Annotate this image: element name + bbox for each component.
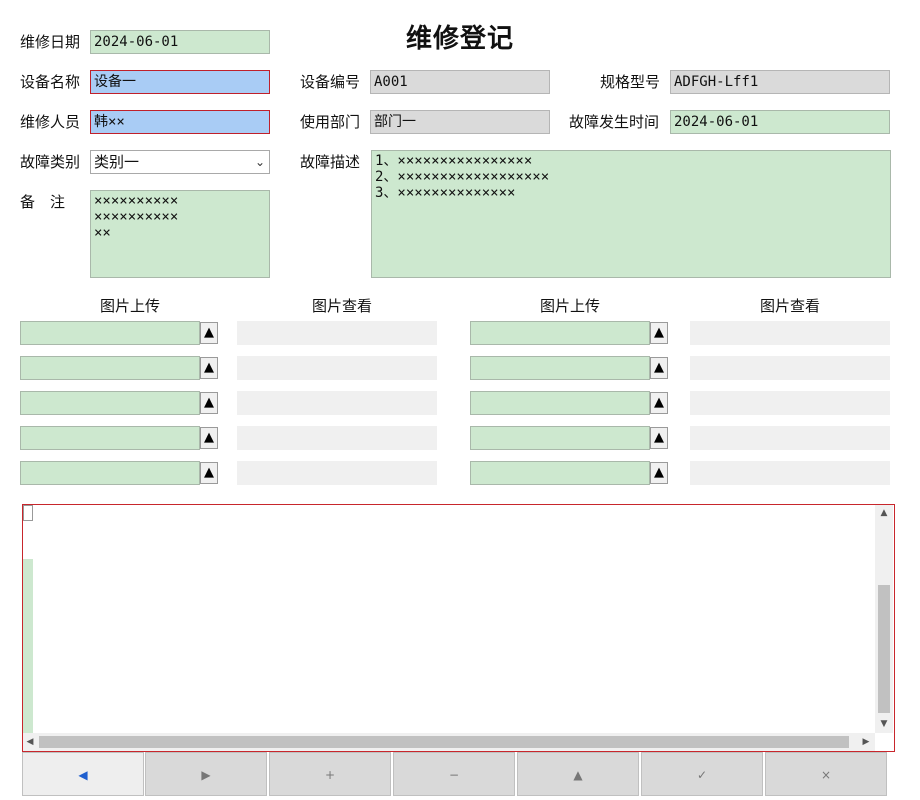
scroll-down-icon[interactable]: ▼ — [875, 716, 893, 732]
image-view-box[interactable] — [690, 356, 890, 380]
device-code-field[interactable]: A001 — [370, 70, 550, 94]
scroll-right-icon[interactable]: ▶ — [859, 733, 873, 751]
device-code-label: 设备编号 — [300, 73, 361, 91]
repairer-field[interactable]: 韩×× — [90, 110, 270, 134]
upload-arrow-icon[interactable]: ▲ — [650, 357, 668, 379]
image-upload-field[interactable] — [470, 391, 650, 415]
image-view-box[interactable] — [237, 426, 437, 450]
cancel-record-button[interactable]: × — [765, 752, 887, 796]
image-view-heading-right: 图片查看 — [759, 297, 820, 315]
page-title: 维修登记 — [405, 24, 514, 54]
department-field[interactable]: 部门一 — [370, 110, 550, 134]
repair-date-label: 维修日期 — [20, 33, 81, 51]
image-upload-field[interactable] — [470, 461, 650, 485]
image-upload-field[interactable] — [470, 426, 650, 450]
upload-arrow-icon[interactable]: ▲ — [650, 322, 668, 344]
edit-record-button[interactable]: ▲ — [517, 752, 639, 796]
vertical-scroll-thumb[interactable] — [878, 585, 890, 713]
image-upload-field[interactable] — [20, 391, 200, 415]
image-view-box[interactable] — [690, 426, 890, 450]
fault-type-label: 故障类别 — [20, 153, 81, 171]
horizontal-scrollbar[interactable]: ◀ ▶ — [23, 733, 875, 751]
grid-row-indicator — [23, 559, 33, 733]
records-grid[interactable]: ▲ ▼ ◀ ▶ — [22, 504, 895, 752]
image-upload-field[interactable] — [470, 356, 650, 380]
prev-record-button[interactable]: ◀ — [22, 752, 144, 796]
spec-model-label: 规格型号 — [600, 73, 661, 91]
image-view-box[interactable] — [690, 461, 890, 485]
department-label: 使用部门 — [300, 113, 361, 131]
scroll-up-icon[interactable]: ▲ — [875, 505, 893, 521]
upload-arrow-icon[interactable]: ▲ — [200, 322, 218, 344]
image-view-box[interactable] — [237, 321, 437, 345]
image-view-box[interactable] — [237, 391, 437, 415]
image-view-heading-left: 图片查看 — [311, 297, 372, 315]
scroll-left-icon[interactable]: ◀ — [23, 733, 37, 751]
record-navigator: ◀ ▶ + − ▲ ✓ × — [22, 752, 887, 798]
fault-time-label: 故障发生时间 — [569, 113, 660, 131]
fault-type-value: 类别一 — [94, 153, 140, 171]
image-view-box[interactable] — [690, 321, 890, 345]
grid-corner-cell[interactable] — [23, 505, 33, 521]
save-record-button[interactable]: ✓ — [641, 752, 763, 796]
device-name-label: 设备名称 — [20, 73, 81, 91]
image-view-box[interactable] — [237, 461, 437, 485]
chevron-down-icon[interactable]: ⌄ — [255, 151, 265, 173]
device-name-field[interactable]: 设备一 — [90, 70, 270, 94]
remark-textarea[interactable]: ×××××××××× ×××××××××× ×× — [90, 190, 270, 278]
upload-arrow-icon[interactable]: ▲ — [650, 462, 668, 484]
image-view-box[interactable] — [690, 391, 890, 415]
image-upload-field[interactable] — [20, 426, 200, 450]
upload-arrow-icon[interactable]: ▲ — [200, 392, 218, 414]
vertical-scrollbar[interactable]: ▲ ▼ — [875, 505, 893, 733]
next-record-button[interactable]: ▶ — [145, 752, 267, 796]
fault-type-select[interactable]: 类别一 ⌄ — [90, 150, 270, 174]
repairer-label: 维修人员 — [20, 113, 81, 131]
image-upload-field[interactable] — [20, 356, 200, 380]
fault-time-field[interactable]: 2024-06-01 — [670, 110, 890, 134]
image-upload-field[interactable] — [20, 321, 200, 345]
add-record-button[interactable]: + — [269, 752, 391, 796]
upload-arrow-icon[interactable]: ▲ — [650, 427, 668, 449]
image-upload-field[interactable] — [470, 321, 650, 345]
image-view-box[interactable] — [237, 356, 437, 380]
image-upload-heading-right: 图片上传 — [539, 297, 600, 315]
upload-arrow-icon[interactable]: ▲ — [650, 392, 668, 414]
image-upload-field[interactable] — [20, 461, 200, 485]
horizontal-scroll-thumb[interactable] — [39, 736, 849, 748]
image-upload-heading-left: 图片上传 — [99, 297, 160, 315]
upload-arrow-icon[interactable]: ▲ — [200, 357, 218, 379]
fault-desc-label: 故障描述 — [300, 153, 361, 171]
fault-desc-textarea[interactable]: 1、×××××××××××××××× 2、×××××××××××××××××× … — [371, 150, 891, 278]
repair-date-field[interactable]: 2024-06-01 — [90, 30, 270, 54]
delete-record-button[interactable]: − — [393, 752, 515, 796]
spec-model-field[interactable]: ADFGH-Lff1 — [670, 70, 890, 94]
upload-arrow-icon[interactable]: ▲ — [200, 462, 218, 484]
remark-label: 备 注 — [20, 193, 66, 211]
upload-arrow-icon[interactable]: ▲ — [200, 427, 218, 449]
